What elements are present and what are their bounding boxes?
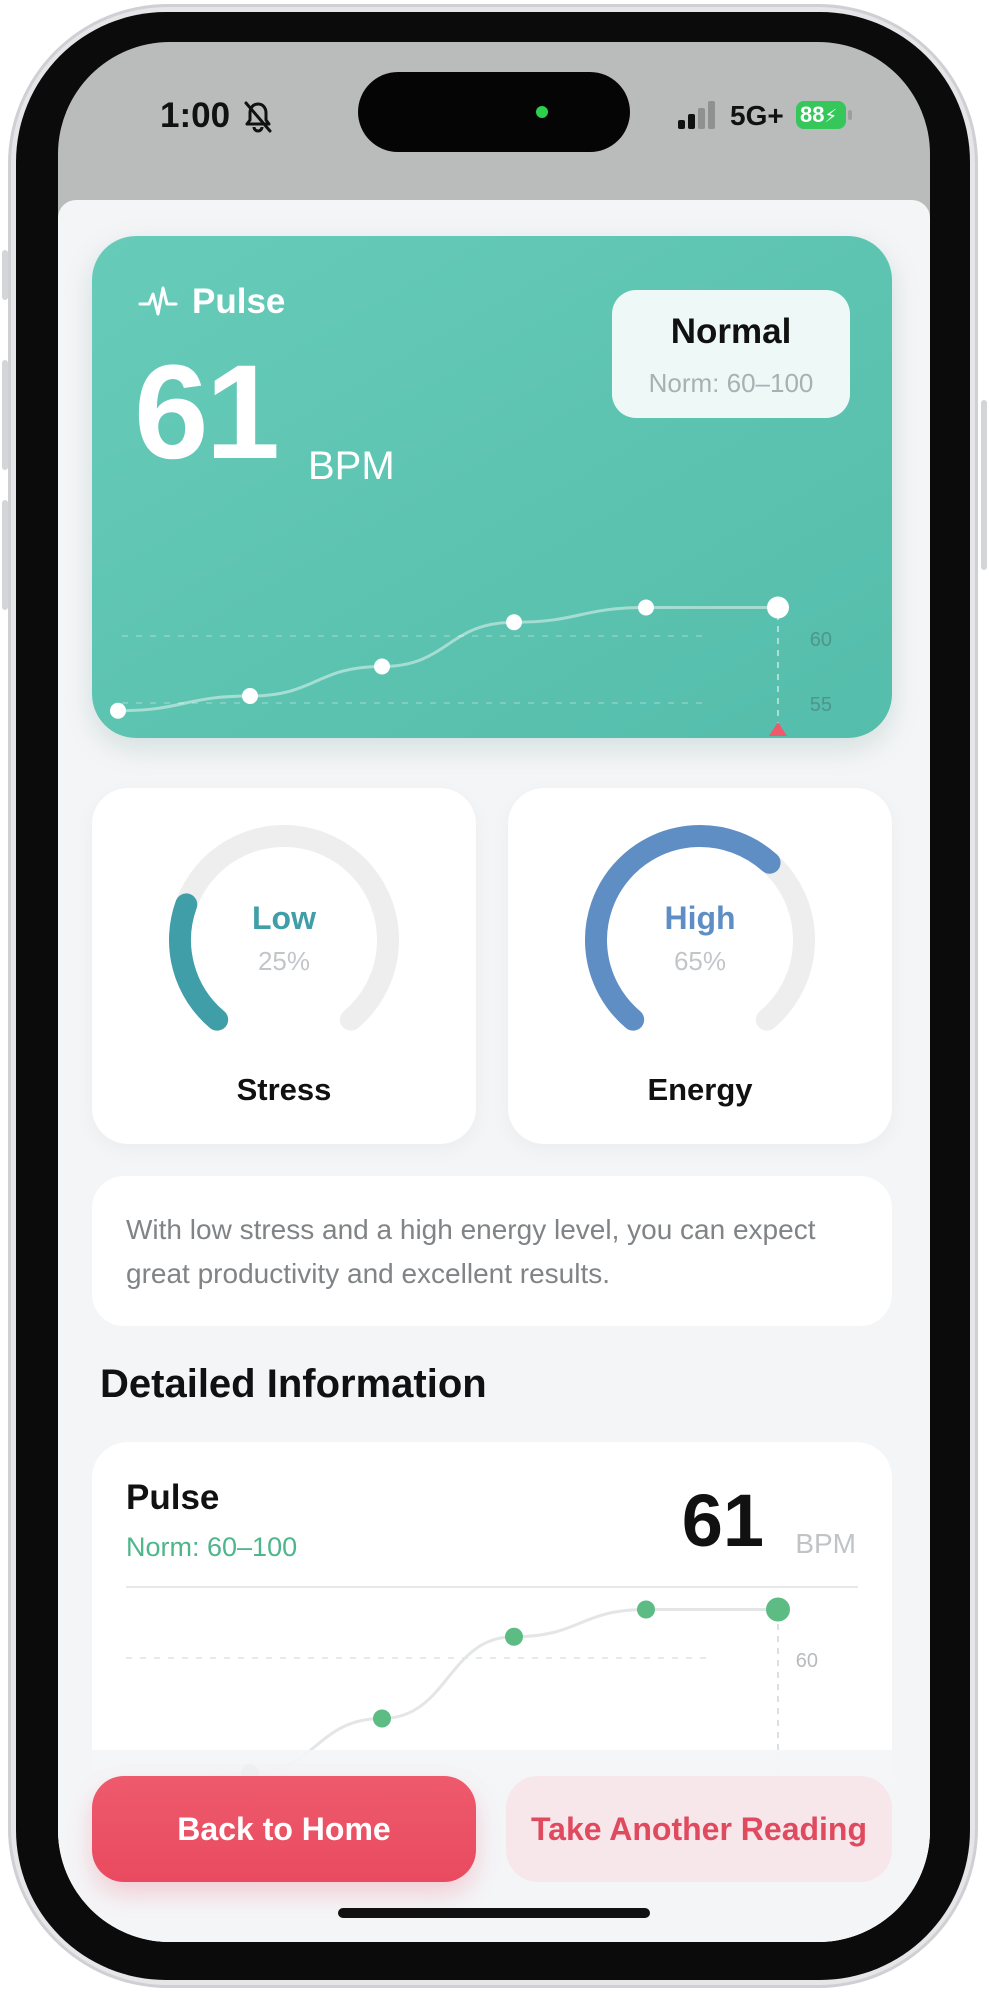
energy-percent: 65%: [673, 946, 727, 976]
detail-unit: BPM: [795, 1528, 856, 1559]
data-point: [110, 702, 126, 719]
battery-nub: [848, 110, 852, 120]
pulse-series: [110, 596, 789, 719]
signal-icon: [678, 101, 715, 129]
side-button: [2, 360, 8, 470]
pulse-unit: BPM: [308, 444, 395, 488]
stress-title: Stress: [236, 1072, 332, 1107]
stress-percent: 25%: [257, 946, 311, 976]
status-badge: Normal Norm: 60–100: [612, 290, 850, 418]
pulse-value: 61: [134, 338, 280, 487]
data-point: [242, 688, 258, 704]
data-point: [767, 596, 789, 619]
axis-label-55: 55: [810, 694, 832, 716]
data-point: [373, 1709, 391, 1728]
battery-icon: 88⚡: [796, 101, 846, 129]
pulse-icon: [138, 286, 178, 316]
data-point: [505, 1627, 523, 1646]
status-time: 1:00: [160, 96, 231, 135]
axis-label-60: 60: [810, 629, 832, 651]
camera-indicator: [536, 106, 548, 118]
energy-card[interactable]: High 65% Energy: [508, 788, 892, 1144]
battery-level: 88: [800, 102, 825, 127]
status-badge-title: Normal: [670, 312, 792, 351]
dynamic-island: [358, 72, 630, 152]
take-another-reading-button[interactable]: Take Another Reading: [506, 1776, 892, 1882]
data-point: [374, 658, 390, 675]
insight-card: With low stress and a high energy level,…: [92, 1176, 892, 1326]
network-type: 5G+: [730, 100, 784, 131]
section-title: Detailed Information: [100, 1362, 487, 1406]
detail-divider: [126, 1586, 858, 1588]
data-point: [766, 1597, 790, 1622]
side-button: [2, 500, 8, 610]
bell-muted-icon: [244, 101, 272, 133]
data-point: [506, 614, 522, 631]
stress-card[interactable]: Low 25% Stress: [92, 788, 476, 1144]
detail-norm: Norm: 60–100: [126, 1532, 298, 1562]
insight-text: With low stress and a high energy level,…: [126, 1214, 816, 1289]
hero-label: Pulse: [192, 282, 286, 321]
energy-title: Energy: [647, 1072, 753, 1107]
detail-value: 61: [681, 1479, 764, 1562]
screen: 1:00 5G+ 88⚡ Pulse 61 BPM Normal Norm: 6…: [58, 42, 930, 1942]
energy-level: High: [664, 900, 736, 936]
stress-level: Low: [252, 900, 316, 936]
pulse-hero-card: Pulse 61 BPM Normal Norm: 60–100 60 55: [92, 236, 892, 738]
status-bar: 1:00 5G+ 88⚡: [58, 42, 930, 202]
back-to-home-button[interactable]: Back to Home: [92, 1776, 476, 1882]
home-indicator[interactable]: [338, 1908, 650, 1918]
side-button: [2, 250, 8, 300]
pulse-chart: 60 55: [110, 596, 832, 736]
detail-axis-label-60: 60: [796, 1650, 818, 1672]
status-badge-norm: Norm: 60–100: [648, 368, 814, 398]
series-line: [117, 606, 778, 713]
results-sheet: Pulse 61 BPM Normal Norm: 60–100 60 55 L…: [58, 200, 930, 1942]
current-marker: [769, 722, 787, 736]
data-point: [638, 599, 654, 616]
data-point: [637, 1600, 655, 1619]
side-button: [981, 400, 987, 570]
detail-title: Pulse: [126, 1478, 220, 1517]
